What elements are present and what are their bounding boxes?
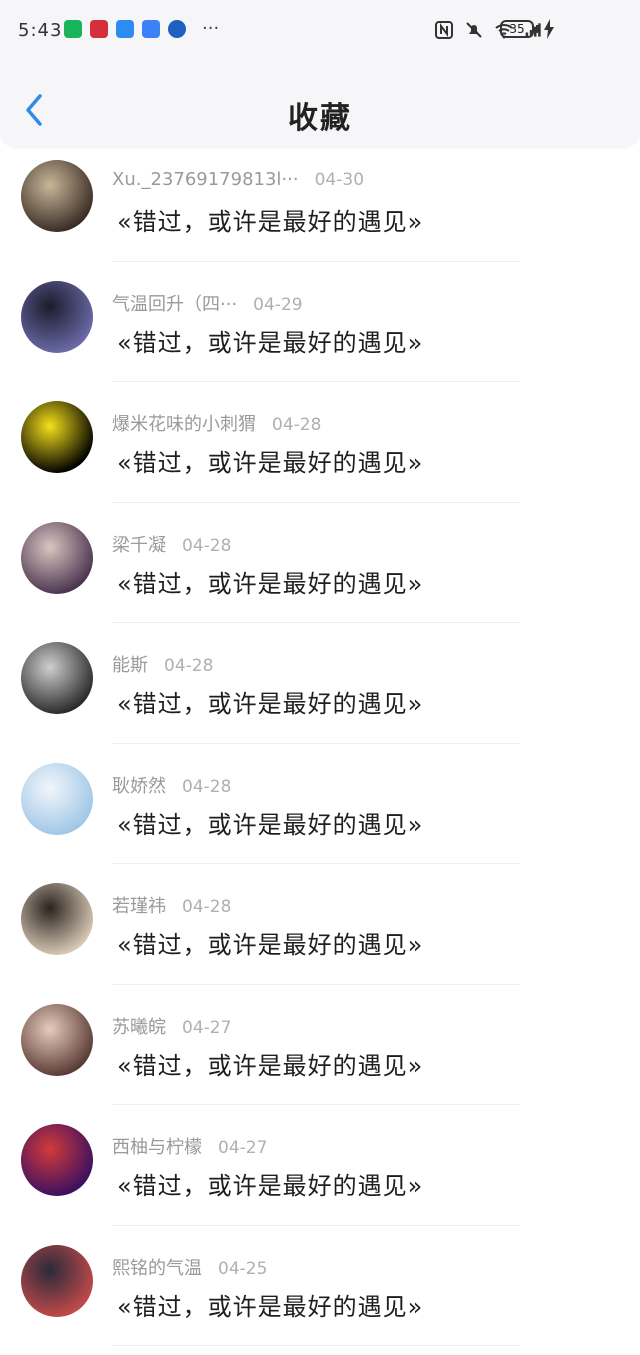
item-quote[interactable]: «错过，或许是最好的遇见» (117, 1046, 423, 1081)
item-meta: 耿娇然 04-28 (112, 772, 231, 798)
divider (112, 1345, 520, 1346)
battery-indicator: 35 (500, 20, 534, 38)
item-meta: 能斯 04-28 (112, 651, 213, 677)
user-name[interactable]: 爆米花味的小刺猬 (112, 414, 256, 435)
page-title: 收藏 (0, 93, 640, 137)
user-name[interactable]: Xu._23769179813l··· (112, 169, 299, 190)
bank-app-icon (168, 20, 186, 38)
item-quote[interactable]: «错过，或许是最好的遇见» (117, 443, 423, 478)
divider (112, 261, 520, 262)
list-item[interactable]: 爆米花味的小刺猬 04-28 «错过，或许是最好的遇见» (0, 391, 640, 512)
user-name[interactable]: 能斯 (112, 655, 148, 676)
item-meta: 西柚与柠檬 04-27 (112, 1133, 267, 1159)
item-meta: 苏曦皖 04-27 (112, 1013, 231, 1039)
item-date: 04-28 (182, 536, 231, 556)
divider (112, 1225, 520, 1226)
owl-avatar[interactable] (21, 160, 93, 232)
list-item[interactable]: 梁千凝 04-28 «错过，或许是最好的遇见» (0, 512, 640, 633)
list-item[interactable]: 气温回升（四··· 04-29 «错过，或许是最好的遇见» (0, 271, 640, 392)
item-date: 04-28 (272, 415, 321, 435)
divider (112, 622, 520, 623)
item-date: 04-30 (315, 170, 364, 190)
divider (112, 1104, 520, 1105)
list-item[interactable]: 能斯 04-28 «错过，或许是最好的遇见» (0, 632, 640, 753)
divider (112, 502, 520, 503)
status-app-icons (64, 20, 186, 38)
item-date: 04-29 (253, 295, 302, 315)
list-item[interactable]: 耿娇然 04-28 «错过，或许是最好的遇见» (0, 753, 640, 874)
user-name[interactable]: 耿娇然 (112, 776, 166, 797)
item-quote[interactable]: «错过，或许是最好的遇见» (117, 202, 423, 237)
item-meta: 熙铭的气温 04-25 (112, 1254, 267, 1280)
item-date: 04-27 (182, 1018, 231, 1038)
item-date: 04-25 (218, 1259, 267, 1279)
favorites-list: Xu._23769179813l···04-30«错过，或许是最好的遇见»气温回… (0, 150, 640, 1355)
charging-icon (543, 18, 555, 40)
more-notifications-icon: ··· (202, 18, 219, 39)
list-item[interactable]: Xu._23769179813l··· 04-30 «错过，或许是最好的遇见» (0, 150, 640, 271)
item-meta: 气温回升（四··· 04-29 (112, 290, 303, 316)
chat-app-icon (116, 20, 134, 38)
nav-header: 收藏 (0, 60, 640, 146)
anime-boy-avatar[interactable] (21, 763, 93, 835)
cloud-app-icon (142, 20, 160, 38)
mute-icon (464, 20, 484, 40)
stage-performer-avatar[interactable] (21, 1124, 93, 1196)
battery-tip (536, 25, 539, 33)
divider (112, 984, 520, 985)
user-name[interactable]: 若瑾祎 (112, 896, 166, 917)
couple-avatar[interactable] (21, 281, 93, 353)
item-date: 04-28 (164, 656, 213, 676)
user-name[interactable]: 苏曦皖 (112, 1017, 166, 1038)
item-quote[interactable]: «错过，或许是最好的遇见» (117, 564, 423, 599)
huawei-app-icon (90, 20, 108, 38)
divider (112, 743, 520, 744)
user-name[interactable]: 气温回升（四··· (112, 294, 237, 315)
item-meta: 若瑾祎 04-28 (112, 892, 231, 918)
item-date: 04-27 (218, 1138, 267, 1158)
portrait-avatar[interactable] (21, 1004, 93, 1076)
item-quote[interactable]: «错过，或许是最好的遇见» (117, 805, 423, 840)
status-time: 5:43 (18, 20, 62, 41)
tnt-logo-avatar[interactable] (21, 401, 93, 473)
hooded-person-avatar[interactable] (21, 883, 93, 955)
item-date: 04-28 (182, 897, 231, 917)
anime-girl-avatar[interactable] (21, 522, 93, 594)
user-name[interactable]: 西柚与柠檬 (112, 1137, 202, 1158)
item-quote[interactable]: «错过，或许是最好的遇见» (117, 1166, 423, 1201)
status-bar: 5:43 ··· 35 (0, 0, 640, 60)
item-meta: 梁千凝 04-28 (112, 531, 231, 557)
item-meta: 爆米花味的小刺猬 04-28 (112, 410, 321, 436)
item-quote[interactable]: «错过，或许是最好的遇见» (117, 323, 423, 358)
item-date: 04-28 (182, 777, 231, 797)
item-quote[interactable]: «错过，或许是最好的遇见» (117, 925, 423, 960)
list-item[interactable]: 西柚与柠檬 04-27 «错过，或许是最好的遇见» (0, 1114, 640, 1235)
item-quote[interactable]: «错过，或许是最好的遇见» (117, 684, 423, 719)
item-meta: Xu._23769179813l··· 04-30 (112, 169, 364, 190)
user-name[interactable]: 熙铭的气温 (112, 1258, 202, 1279)
divider (112, 381, 520, 382)
nfc-icon (434, 20, 454, 40)
list-item[interactable]: 熙铭的气温 04-25 «错过，或许是最好的遇见» (0, 1235, 640, 1355)
item-quote[interactable]: «错过，或许是最好的遇见» (117, 1287, 423, 1322)
green-app-icon (64, 20, 82, 38)
bw-photo-avatar[interactable] (21, 642, 93, 714)
divider (112, 863, 520, 864)
user-name[interactable]: 梁千凝 (112, 535, 166, 556)
list-item[interactable]: 苏曦皖 04-27 «错过，或许是最好的遇见» (0, 994, 640, 1115)
list-item[interactable]: 若瑾祎 04-28 «错过，或许是最好的遇见» (0, 873, 640, 994)
two-people-avatar[interactable] (21, 1245, 93, 1317)
